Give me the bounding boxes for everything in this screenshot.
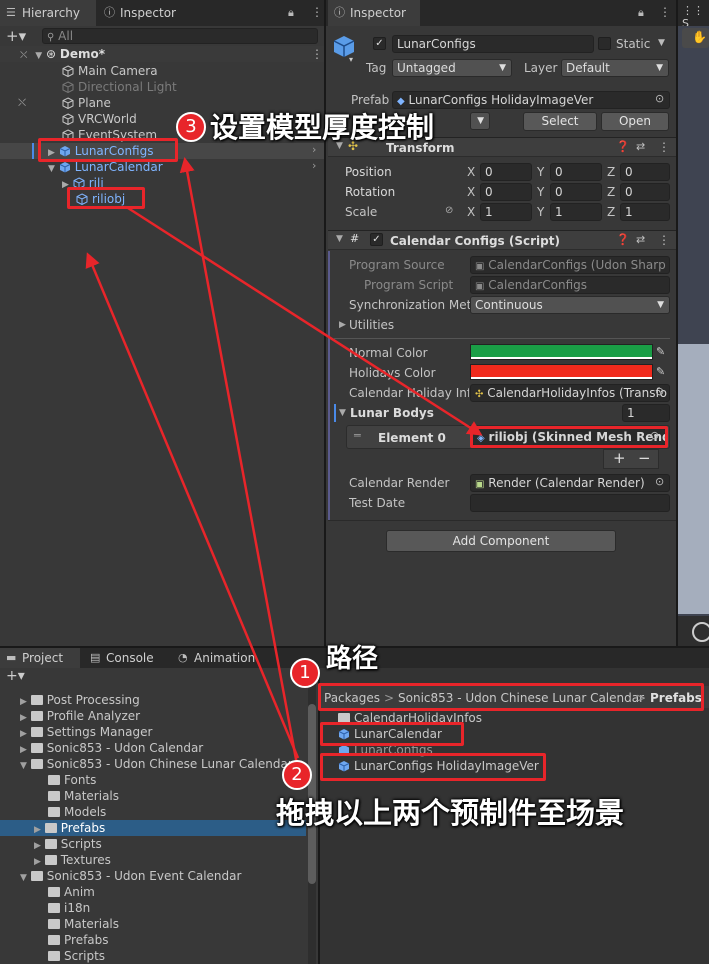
- highlight-lunarconfigs: [38, 138, 178, 162]
- arrow-configs-to-hierarchy: [179, 157, 300, 771]
- highlight-holidayimagever-file: [320, 753, 546, 781]
- highlight-lunarcalendar-file: [320, 722, 464, 746]
- annotation-path: 路径: [326, 644, 379, 674]
- highlight-breadcrumb: [318, 683, 704, 711]
- step-2-badge: 2: [282, 760, 312, 790]
- step-1-badge: 1: [290, 658, 320, 688]
- annotation-drag: 拖拽以上两个预制件至场景: [276, 796, 625, 830]
- highlight-riliobj: [67, 187, 145, 209]
- step-3-badge: 3: [176, 112, 206, 142]
- arrow-riliobj-to-element: [127, 206, 483, 436]
- annotation-thickness: 设置模型厚度控制: [210, 111, 435, 144]
- arrow-lunarcalendar-to-hierarchy: [85, 252, 300, 759]
- highlight-element0: [470, 426, 668, 448]
